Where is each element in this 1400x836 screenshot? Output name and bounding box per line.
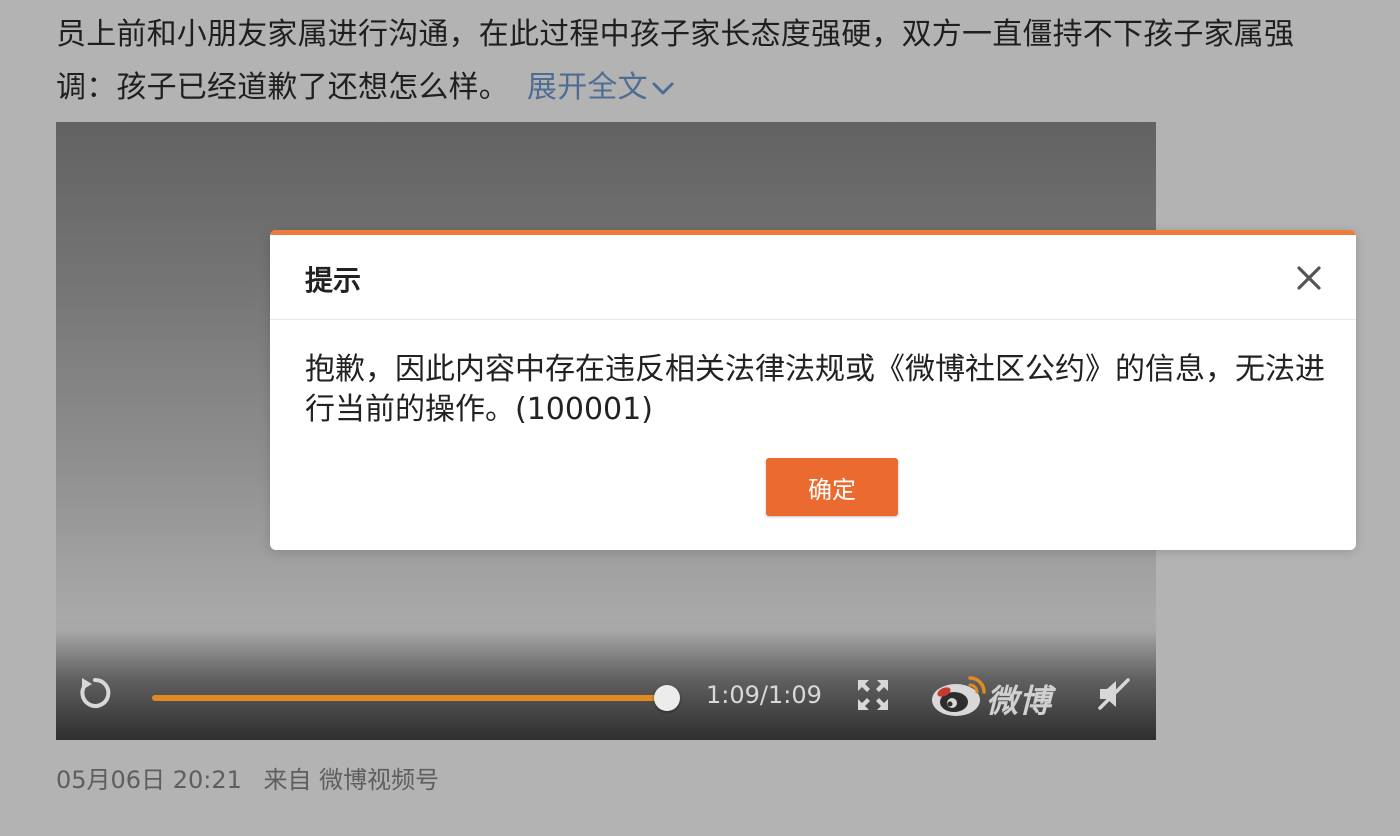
time-display: 1:09/1:09 (706, 681, 822, 709)
chevron-down-icon (652, 82, 674, 94)
post-meta: 05月06日 20:21 来自 微博视频号 (56, 760, 439, 795)
mute-icon[interactable] (1096, 676, 1132, 712)
progress-bar[interactable] (152, 685, 680, 711)
expand-full-text-link[interactable]: 展开全文 (527, 70, 674, 105)
dialog-header: 提示 (270, 235, 1356, 320)
post-text-line: 调：孩子已经道歉了还想怎么样。 展开全文 (56, 61, 1346, 114)
post-text: 员上前和小朋友家属进行沟通，在此过程中孩子家长态度强硬，双方一直僵持不下孩子家属… (56, 8, 1346, 114)
weibo-logo-icon (932, 676, 986, 716)
alert-dialog: 提示 抱歉，因此内容中存在违反相关法律法规或《微博社区公约》的信息，无法进行当前… (270, 230, 1356, 550)
fullscreen-icon[interactable] (856, 678, 890, 712)
confirm-button[interactable]: 确定 (766, 458, 898, 516)
post-text-line: 员上前和小朋友家属进行沟通，在此过程中孩子家长态度强硬，双方一直僵持不下孩子家属… (56, 17, 1295, 52)
replay-icon[interactable] (76, 674, 114, 712)
expand-link-label: 展开全文 (527, 70, 648, 105)
progress-fill (152, 695, 667, 701)
post-source: 来自 微博视频号 (263, 766, 440, 794)
dialog-message: 抱歉，因此内容中存在违反相关法律法规或《微博社区公约》的信息，无法进行当前的操作… (305, 352, 1325, 427)
video-controls: 1:09/1:09 微博 (56, 650, 1156, 740)
progress-thumb[interactable] (654, 685, 680, 711)
post-date: 05月06日 20:21 (56, 766, 242, 794)
dialog-title: 提示 (305, 264, 362, 297)
close-icon[interactable] (1294, 263, 1324, 293)
post-text-fragment: 调：孩子已经道歉了还想怎么样。 (56, 70, 509, 105)
weibo-brand-text: 微博 (986, 682, 1053, 720)
